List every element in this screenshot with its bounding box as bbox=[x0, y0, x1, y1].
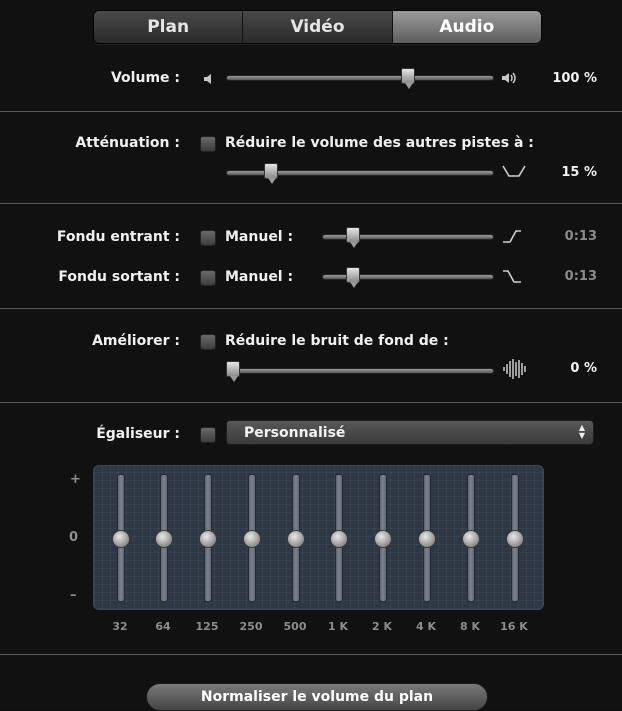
inspector-tabs: Plan Vidéo Audio bbox=[93, 10, 542, 44]
noise-reduction-value: 0 % bbox=[570, 361, 597, 376]
noise-waveform-icon bbox=[502, 358, 528, 383]
eq-frequency-label: 32 bbox=[112, 620, 128, 633]
tab-plan[interactable]: Plan bbox=[94, 11, 244, 43]
fade-in-checkbox[interactable] bbox=[200, 230, 216, 246]
fade-out-checkbox[interactable] bbox=[200, 270, 216, 286]
attenuation-checkbox[interactable] bbox=[200, 136, 216, 152]
attenuation-value: 15 % bbox=[561, 165, 597, 180]
tab-video[interactable]: Vidéo bbox=[243, 11, 393, 43]
volume-slider-thumb[interactable] bbox=[401, 68, 416, 89]
equalizer-preset-value: Personnalisé bbox=[244, 425, 346, 441]
eq-frequency-label: 16 K bbox=[500, 620, 528, 633]
eq-band-knob[interactable] bbox=[155, 530, 173, 548]
fade-in-checkbox-label: Manuel : bbox=[225, 229, 294, 245]
eq-band-knob[interactable] bbox=[243, 530, 261, 548]
equalizer-checkbox[interactable] bbox=[200, 427, 216, 443]
volume-value: 100 % bbox=[552, 71, 597, 86]
normalize-volume-button[interactable]: Normaliser le volume du plan bbox=[146, 683, 488, 711]
eq-band-knob[interactable] bbox=[506, 530, 524, 548]
eq-band-knob[interactable] bbox=[330, 530, 348, 548]
enhance-checkbox[interactable] bbox=[200, 334, 216, 350]
equalizer-panel bbox=[93, 465, 544, 610]
eq-band-knob[interactable] bbox=[462, 530, 480, 548]
eq-band-knob[interactable] bbox=[112, 530, 130, 548]
eq-frequency-label: 8 K bbox=[459, 620, 480, 633]
equalizer-label: Égaliseur : bbox=[96, 426, 180, 442]
eq-band-knob[interactable] bbox=[374, 530, 392, 548]
volume-label: Volume : bbox=[110, 70, 180, 86]
divider bbox=[0, 111, 622, 112]
attenuation-dip-icon bbox=[502, 164, 526, 181]
tab-audio[interactable]: Audio bbox=[392, 11, 541, 43]
speaker-low-icon bbox=[203, 73, 217, 88]
volume-slider-track[interactable] bbox=[226, 75, 494, 81]
fade-in-slider-thumb[interactable] bbox=[345, 227, 360, 248]
speaker-high-icon bbox=[501, 71, 519, 88]
select-arrows-icon: ▲ ▼ bbox=[578, 423, 585, 440]
eq-band-knob[interactable] bbox=[287, 530, 305, 548]
eq-frequency-label: 1 K bbox=[327, 620, 348, 633]
enhance-checkbox-label: Réduire le bruit de fond de : bbox=[225, 333, 449, 349]
eq-scale-zero: 0 bbox=[69, 530, 79, 545]
noise-reduction-slider-track[interactable] bbox=[226, 368, 494, 374]
eq-frequency-label: 64 bbox=[155, 620, 171, 633]
divider bbox=[0, 203, 622, 204]
attenuation-label: Atténuation : bbox=[75, 135, 180, 151]
fade-out-value: 0:13 bbox=[564, 269, 597, 284]
eq-band-knob[interactable] bbox=[199, 530, 217, 548]
fade-in-curve-icon bbox=[502, 229, 522, 246]
eq-frequency-label: 250 bbox=[239, 620, 263, 633]
fade-in-label: Fondu entrant : bbox=[56, 229, 180, 245]
eq-frequency-label: 4 K bbox=[415, 620, 436, 633]
eq-scale-minus: – bbox=[70, 588, 77, 603]
eq-frequency-label: 2 K bbox=[371, 620, 392, 633]
divider bbox=[0, 308, 622, 309]
fade-out-label: Fondu sortant : bbox=[58, 269, 180, 285]
fade-out-curve-icon bbox=[502, 269, 522, 286]
fade-in-value: 0:13 bbox=[564, 229, 597, 244]
divider bbox=[0, 654, 622, 655]
eq-frequency-label: 125 bbox=[195, 620, 219, 633]
equalizer-preset-select[interactable]: Personnalisé ▲ ▼ bbox=[226, 420, 594, 445]
divider bbox=[0, 402, 622, 403]
noise-reduction-slider-thumb[interactable] bbox=[226, 361, 240, 382]
fade-out-slider-thumb[interactable] bbox=[345, 267, 360, 288]
eq-band-knob[interactable] bbox=[418, 530, 436, 548]
attenuation-checkbox-label: Réduire le volume des autres pistes à : bbox=[225, 135, 534, 151]
fade-out-checkbox-label: Manuel : bbox=[225, 269, 294, 285]
audio-inspector-panel: Plan Vidéo Audio Volume : 100 % Atténuat… bbox=[0, 0, 622, 711]
attenuation-slider-thumb[interactable] bbox=[264, 163, 279, 184]
eq-scale-plus: + bbox=[70, 472, 81, 487]
enhance-label: Améliorer : bbox=[92, 333, 180, 349]
eq-frequency-label: 500 bbox=[283, 620, 307, 633]
